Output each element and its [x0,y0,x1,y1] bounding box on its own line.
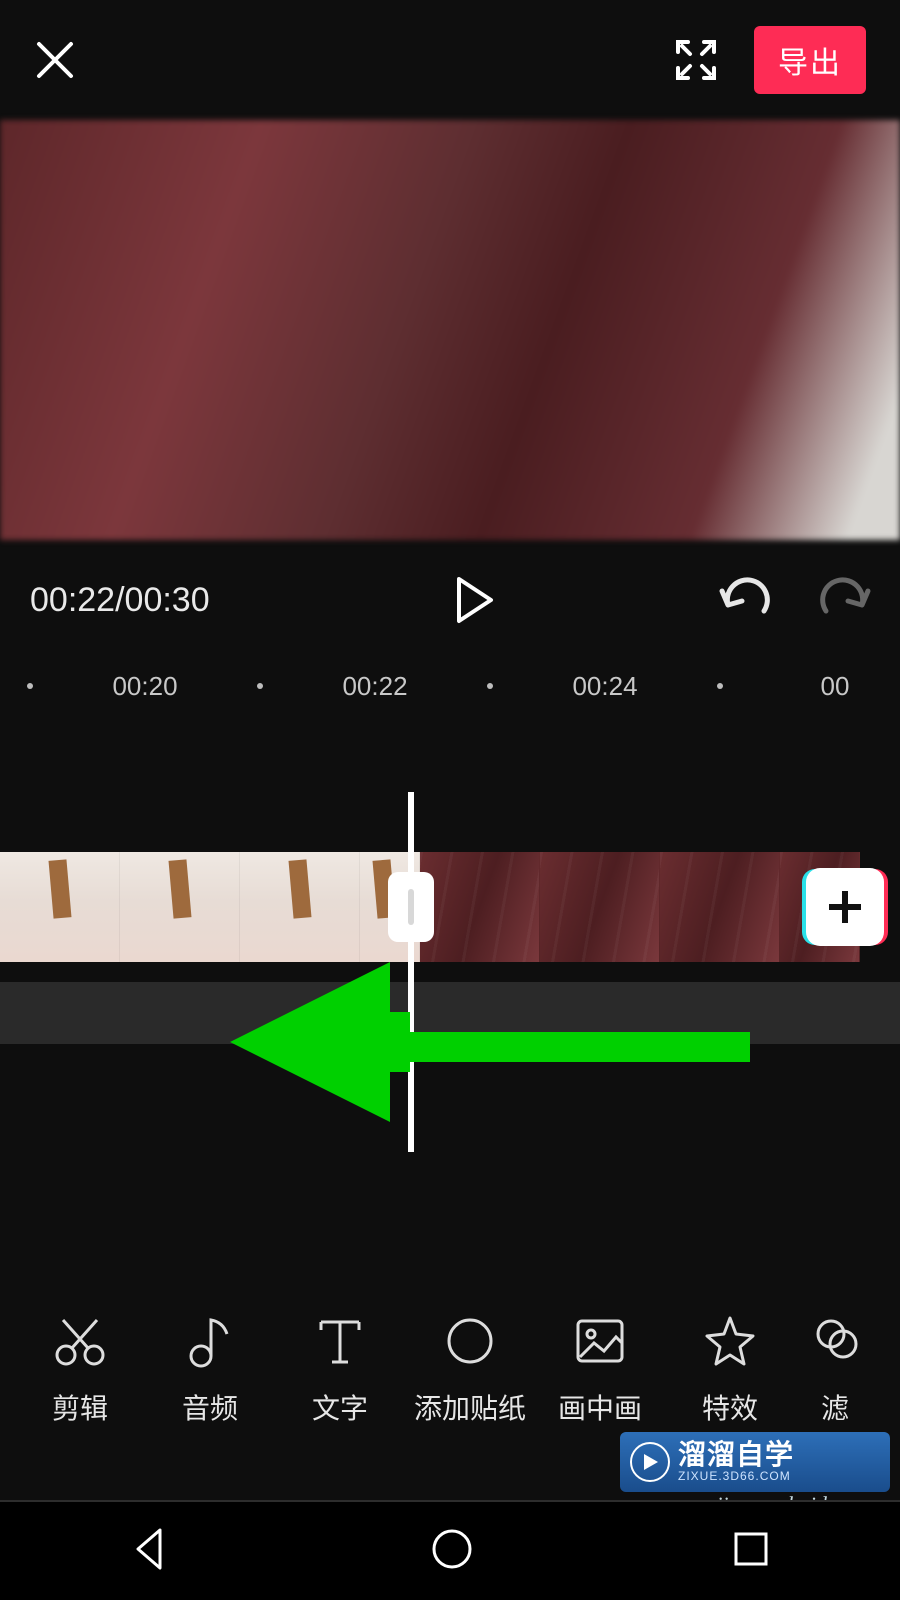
ruler-mark: 00:22 [342,671,407,702]
tool-cut[interactable]: 剪辑 [15,1313,145,1427]
ruler-mark: 00:20 [112,671,177,702]
play-logo-icon [630,1442,670,1482]
android-navbar [0,1500,900,1600]
picture-icon [574,1313,626,1369]
ruler-dot [257,683,263,689]
clip-track[interactable] [0,852,900,962]
ruler-dot [27,683,33,689]
scissors-icon [53,1313,107,1369]
moon-icon [445,1313,495,1369]
tool-label: 添加贴纸 [414,1387,526,1427]
nav-recent-icon[interactable] [730,1528,772,1575]
clip-thumb[interactable] [420,852,540,962]
nav-back-icon[interactable] [128,1526,174,1577]
add-clip-button[interactable] [806,868,884,946]
export-button[interactable]: 导出 [754,26,866,94]
tool-label: 音频 [182,1387,238,1427]
clip-thumb[interactable] [240,852,360,962]
tool-pip[interactable]: 画中画 [535,1313,665,1427]
ruler-mark: 00:24 [572,671,637,702]
ruler-mark: 00 [821,671,850,702]
tool-label: 画中画 [558,1387,642,1427]
audio-track[interactable] [0,982,900,1044]
clip-thumb[interactable] [0,852,120,962]
nav-home-icon[interactable] [429,1526,475,1577]
timeline-ruler[interactable]: 00:20 00:22 00:24 00 [0,660,900,712]
tool-sticker[interactable]: 添加贴纸 [405,1313,535,1427]
tool-filter[interactable]: 滤 [795,1313,875,1427]
clip-thumb[interactable] [540,852,660,962]
close-icon[interactable] [34,39,76,81]
preview-frame [0,120,900,540]
tool-effects[interactable]: 特效 [665,1313,795,1427]
watermark-site: ZIXUE.3D66.COM [678,1469,794,1483]
watermark-brand: 溜溜自学 [678,1441,794,1469]
playback-bar: 00:22/00:30 [0,540,900,660]
playhead-handle[interactable] [388,872,434,942]
top-bar: 导出 [0,0,900,120]
fullscreen-icon[interactable] [672,36,720,84]
watermark-badge: 溜溜自学 ZIXUE.3D66.COM [620,1432,890,1492]
ruler-dot [487,683,493,689]
tool-label: 滤 [821,1387,849,1427]
filter-icon [815,1313,855,1369]
ruler-dot [717,683,723,689]
undo-icon[interactable] [720,577,770,624]
tool-label: 文字 [312,1387,368,1427]
text-t-icon [317,1313,363,1369]
time-display: 00:22/00:30 [30,581,290,620]
timeline[interactable] [0,792,900,1212]
tool-audio[interactable]: 音频 [145,1313,275,1427]
video-preview[interactable] [0,120,900,540]
playhead-line [408,792,414,1152]
tool-label: 特效 [702,1387,758,1427]
clip-thumb[interactable] [120,852,240,962]
clip-thumb[interactable] [660,852,780,962]
music-note-icon [187,1313,233,1369]
star-icon [703,1313,757,1369]
tool-label: 剪辑 [52,1387,108,1427]
tool-text[interactable]: 文字 [275,1313,405,1427]
redo-icon[interactable] [820,577,870,624]
play-button[interactable] [290,577,660,623]
